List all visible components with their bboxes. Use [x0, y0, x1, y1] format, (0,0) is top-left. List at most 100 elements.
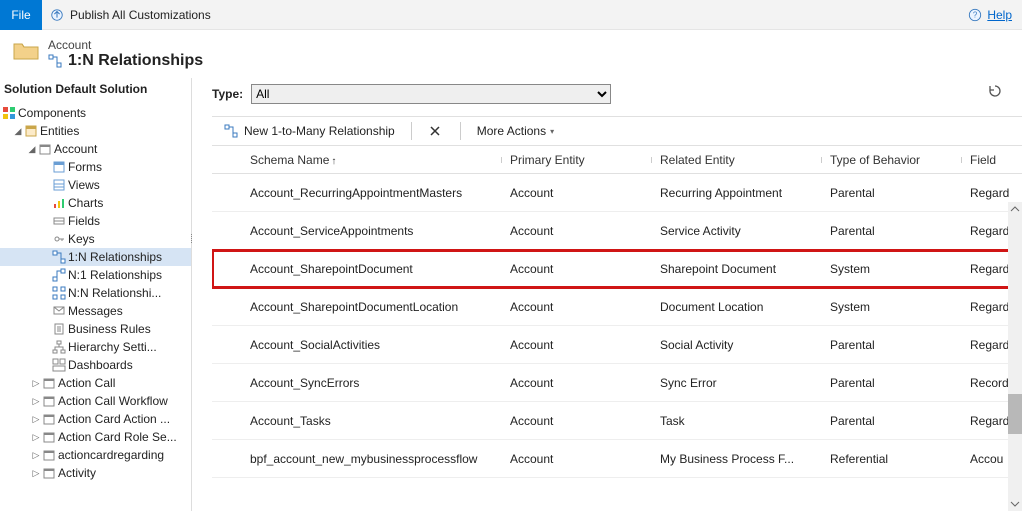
expand-icon[interactable]: ▷ [30, 468, 42, 479]
tree-node-child[interactable]: 1:N Relationships [0, 248, 191, 266]
sort-asc-icon: ↑ [331, 156, 336, 167]
col-behavior[interactable]: Type of Behavior [822, 153, 962, 167]
cell-related: My Business Process F... [652, 452, 822, 466]
expand-icon[interactable]: ▷ [30, 432, 42, 443]
table-row[interactable]: Account_SharepointDocumentLocationAccoun… [212, 288, 1022, 326]
type-select[interactable]: All [251, 84, 611, 104]
table-row[interactable]: Account_SyncErrorsAccountSync ErrorParen… [212, 364, 1022, 402]
table-row[interactable]: bpf_account_new_mybusinessprocessflowAcc… [212, 440, 1022, 478]
cell-schema: Account_Tasks [242, 414, 502, 428]
tree-node-account[interactable]: ◢ Account [0, 140, 191, 158]
entity-icon [42, 376, 56, 390]
collapse-icon[interactable]: ◢ [26, 144, 38, 155]
table-row[interactable]: Account_TasksAccountTaskParentalRegard [212, 402, 1022, 440]
more-actions-button[interactable]: More Actions ▾ [471, 122, 560, 140]
component-tree: Components ◢ Entities ◢ Account Forms Vie… [0, 100, 191, 486]
expand-icon[interactable]: ▷ [30, 396, 42, 407]
entity-icon [42, 412, 56, 426]
relationship-icon [48, 54, 62, 68]
node-icon [52, 304, 66, 318]
collapse-icon[interactable]: ◢ [12, 126, 24, 137]
cell-primary: Account [502, 376, 652, 390]
node-icon [52, 358, 66, 372]
cell-primary: Account [502, 414, 652, 428]
cell-behavior: System [822, 300, 962, 314]
tree-node-child[interactable]: Messages [0, 302, 191, 320]
col-field[interactable]: Field [962, 153, 1022, 167]
tree-label: Entities [40, 124, 79, 138]
publish-all-button[interactable]: Publish All Customizations [42, 0, 219, 30]
delete-icon [428, 124, 442, 138]
cell-schema: bpf_account_new_mybusinessprocessflow [242, 452, 502, 466]
tree-node-child[interactable]: Fields [0, 212, 191, 230]
tree-node-child[interactable]: Dashboards [0, 356, 191, 374]
scroll-down-icon[interactable] [1009, 498, 1021, 510]
tree-label: Activity [58, 466, 96, 480]
tree-label: Dashboards [68, 358, 133, 372]
tree-node-sibling[interactable]: ▷Action Call [0, 374, 191, 392]
node-icon [52, 160, 66, 174]
node-icon [52, 250, 66, 264]
solution-sidebar: Solution Default Solution Components ◢ E… [0, 78, 192, 511]
tree-node-sibling[interactable]: ▷actioncardregarding [0, 446, 191, 464]
toolbar-separator [411, 122, 412, 140]
expand-icon[interactable]: ▷ [30, 414, 42, 425]
tree-label: Charts [68, 196, 103, 210]
tree-node-child[interactable]: Forms [0, 158, 191, 176]
tree-node-child[interactable]: Keys [0, 230, 191, 248]
top-toolbar: File Publish All Customizations ? Help [0, 0, 1022, 30]
new-relationship-button[interactable]: New 1-to-Many Relationship [218, 122, 401, 140]
col-related[interactable]: Related Entity [652, 153, 822, 167]
entity-icon [38, 142, 52, 156]
file-label: File [11, 8, 30, 22]
file-menu-button[interactable]: File [0, 0, 42, 30]
tree-node-sibling[interactable]: ▷Action Card Role Se... [0, 428, 191, 446]
tree-node-child[interactable]: Views [0, 176, 191, 194]
tree-node-child[interactable]: Hierarchy Setti... [0, 338, 191, 356]
table-row[interactable]: Account_SharepointDocumentAccountSharepo… [212, 250, 1022, 288]
entity-icon [42, 430, 56, 444]
tree-node-child[interactable]: Business Rules [0, 320, 191, 338]
help-link[interactable]: ? Help [968, 8, 1012, 22]
table-row[interactable]: Account_ServiceAppointmentsAccountServic… [212, 212, 1022, 250]
splitter-handle[interactable] [188, 228, 194, 248]
help-label: Help [987, 8, 1012, 22]
svg-text:?: ? [973, 10, 978, 19]
cell-related: Sync Error [652, 376, 822, 390]
tree-node-sibling[interactable]: ▷ Activity [0, 464, 191, 482]
chevron-down-icon: ▾ [550, 127, 554, 136]
node-icon [52, 340, 66, 354]
refresh-icon[interactable] [988, 84, 1002, 98]
cell-schema: Account_RecurringAppointmentMasters [242, 186, 502, 200]
cell-schema: Account_ServiceAppointments [242, 224, 502, 238]
expand-icon[interactable]: ▷ [30, 450, 42, 461]
scroll-up-icon[interactable] [1009, 203, 1021, 215]
table-row[interactable]: Account_SocialActivitiesAccountSocial Ac… [212, 326, 1022, 364]
cell-primary: Account [502, 300, 652, 314]
col-primary[interactable]: Primary Entity [502, 153, 652, 167]
tree-node-sibling[interactable]: ▷Action Call Workflow [0, 392, 191, 410]
table-row[interactable]: Account_RecurringAppointmentMastersAccou… [212, 174, 1022, 212]
tree-node-entities[interactable]: ◢ Entities [0, 122, 191, 140]
col-schema[interactable]: Schema Name↑ [242, 153, 502, 167]
tree-label: Account [54, 142, 97, 156]
tree-label: Views [68, 178, 100, 192]
cell-behavior: Referential [822, 452, 962, 466]
expand-icon[interactable]: ▷ [30, 378, 42, 389]
node-icon [52, 178, 66, 192]
tree-node-child[interactable]: N:N Relationshi... [0, 284, 191, 302]
publish-icon [50, 8, 64, 22]
tree-node-components[interactable]: Components [0, 104, 191, 122]
page-title: 1:N Relationships [48, 52, 203, 70]
content-area: Type: All New 1-to-Many Relationship Mor… [192, 78, 1022, 511]
scrollbar-track[interactable] [1008, 202, 1022, 511]
cell-related: Sharepoint Document [652, 262, 822, 276]
tree-node-child[interactable]: Charts [0, 194, 191, 212]
tree-node-sibling[interactable]: ▷Action Card Action ... [0, 410, 191, 428]
tree-node-child[interactable]: N:1 Relationships [0, 266, 191, 284]
delete-button[interactable] [422, 122, 450, 140]
cell-related: Document Location [652, 300, 822, 314]
tree-label: 1:N Relationships [68, 250, 162, 264]
cell-primary: Account [502, 452, 652, 466]
scrollbar-thumb[interactable] [1008, 394, 1022, 434]
